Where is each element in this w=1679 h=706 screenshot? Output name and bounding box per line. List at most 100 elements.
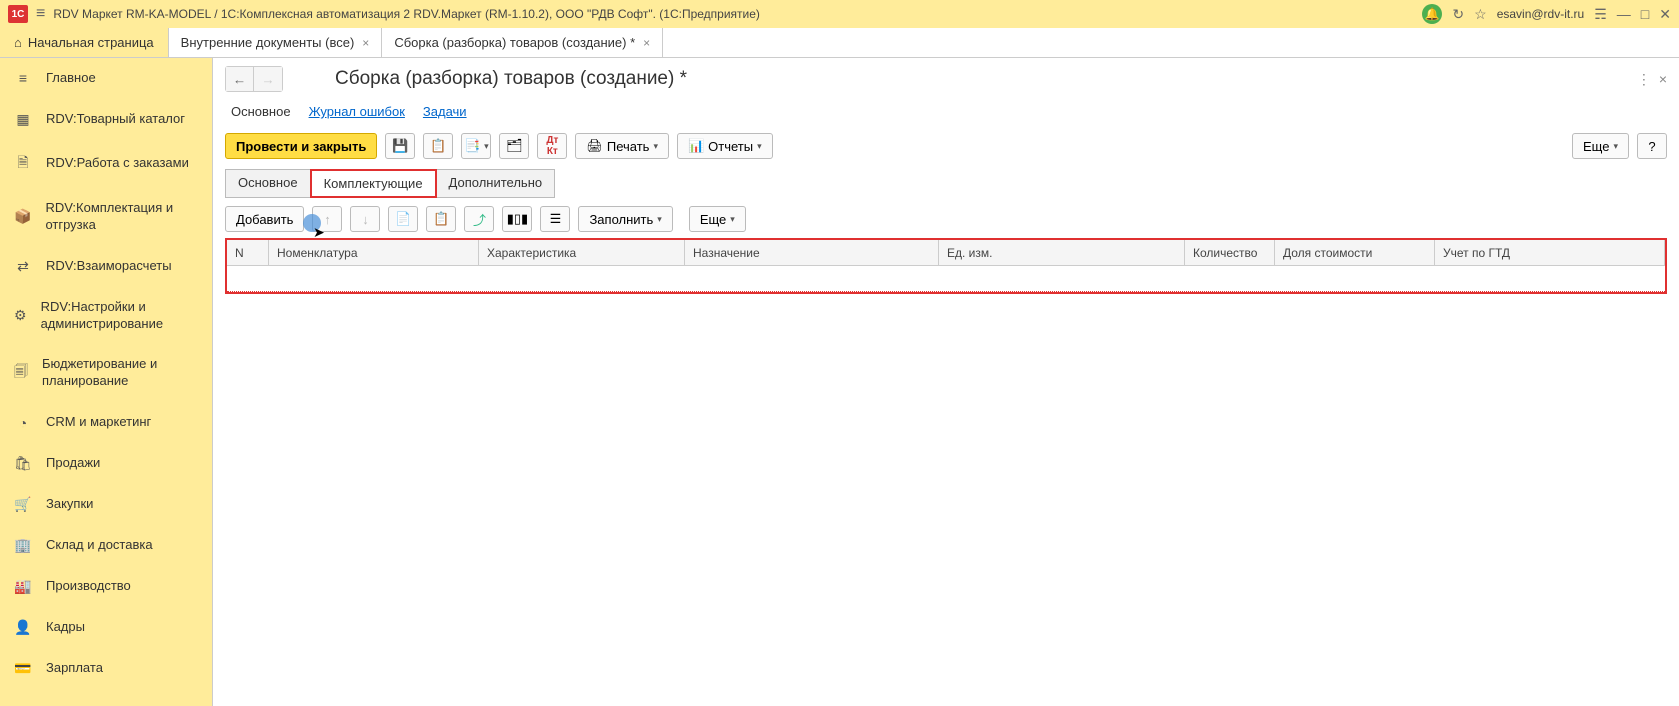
sidebar-item-label: RDV:Настройки и администрирование [41,299,198,333]
col-quantity[interactable]: Количество [1185,240,1275,265]
sidebar-item-orders[interactable]: 🗎RDV:Работа с заказами [0,140,212,188]
col-gtd[interactable]: Учет по ГТД [1435,240,1665,265]
sidebar-item-label: Кадры [46,619,85,636]
forward-button[interactable]: → [254,67,282,91]
sidebar-item-crm[interactable]: ◔ CRM и маркетинг [0,402,212,443]
nav-buttons: ← → [225,66,283,92]
main-toolbar: Провести и закрыть 💾 📋 📑▾ 🗂 ДтКт 🖨 Печат… [225,133,1667,159]
copy-icon[interactable]: 📄 [388,206,418,232]
sidebar-item-label: RDV:Работа с заказами [46,155,189,172]
sidebar-item-warehouse[interactable]: 🏢Склад и доставка [0,525,212,566]
notifications-icon[interactable]: 🔔 [1422,4,1442,24]
barcode-icon[interactable]: ▮▯▮ [502,206,532,232]
main-icon: ≡ [14,70,32,86]
sidebar-item-salary[interactable]: 💳Зарплата [0,648,212,689]
sidebar-item-label: Производство [46,578,131,595]
inner-tab-additional[interactable]: Дополнительно [436,169,556,198]
sales-icon: 🛍 [14,455,32,472]
page-title: Сборка (разборка) товаров (создание) * [335,68,687,90]
col-purpose[interactable]: Назначение [685,240,939,265]
link-tasks[interactable]: Задачи [423,104,467,119]
sidebar-item-hr[interactable]: 👤Кадры [0,607,212,648]
post-icon[interactable]: 📋 [423,133,453,159]
paste-icon[interactable]: 📋 [426,206,456,232]
fill-button[interactable]: Заполнить ▾ [578,206,672,232]
sidebar-item-shipping[interactable]: 📦RDV:Комплектация и отгрузка [0,188,212,246]
tab-internal-docs[interactable]: Внутренние документы (все) × [169,28,383,57]
based-on-icon[interactable]: 📑▾ [461,133,491,159]
inner-tab-components[interactable]: Комплектующие [310,169,437,198]
save-icon[interactable]: 💾 [385,133,415,159]
close-icon[interactable]: × [362,36,369,50]
table-toolbar: Добавить ➤ ↑ ↓ 📄 📋 ⤴ ▮▯▮ ☰ Заполнить ▾ Е… [225,206,1667,232]
settings-icon: ⚙ [14,307,27,324]
sidebar-item-sales[interactable]: 🛍Продажи [0,443,212,484]
sidebar-item-main[interactable]: ≡Главное [0,58,212,99]
link-main[interactable]: Основное [231,104,291,119]
add-button[interactable]: Добавить [225,206,304,232]
move-down-icon[interactable]: ↓ [350,206,380,232]
col-n[interactable]: N [227,240,269,265]
history-icon[interactable]: ↻ [1452,6,1464,23]
col-unit[interactable]: Ед. изм. [939,240,1185,265]
sidebar-item-purchases[interactable]: 🛒Закупки [0,484,212,525]
tab-assembly[interactable]: Сборка (разборка) товаров (создание) * × [382,28,663,57]
sidebar-item-catalog[interactable]: ▦RDV:Товарный каталог [0,99,212,140]
col-cost-share[interactable]: Доля стоимости [1275,240,1435,265]
table-more-button[interactable]: Еще ▾ [689,206,746,232]
sidebar-item-label: Бюджетирование и планирование [42,356,198,390]
attach-icon[interactable]: 🗂 [499,133,529,159]
sidebar-item-label: CRM и маркетинг [46,414,151,431]
link-error-log[interactable]: Журнал ошибок [309,104,405,119]
inner-tab-main[interactable]: Основное [225,169,311,198]
dtkt-icon[interactable]: ДтКт [537,133,567,159]
titlebar: 1C ≡ RDV Маркет RM-KA-MODEL / 1С:Комплек… [0,0,1679,28]
tab-label: Внутренние документы (все) [181,35,355,50]
share-icon[interactable]: ⤴ [464,206,494,232]
help-button[interactable]: ? [1637,133,1667,159]
reports-button[interactable]: 📊 Отчеты ▾ [677,133,773,159]
settings-icon[interactable]: ☴ [1594,6,1607,23]
post-and-close-button[interactable]: Провести и закрыть [225,133,377,159]
user-label[interactable]: esavin@rdv-it.ru [1497,7,1585,21]
favorites-icon[interactable]: ☆ [1474,6,1487,23]
sidebar-item-budget[interactable]: 🗐 Бюджетирование и планирование [0,344,212,402]
budget-icon: 🗐 [14,361,28,385]
settlements-icon: ⇄ [14,258,32,275]
crm-icon: ◔ [14,415,32,431]
col-nomenclature[interactable]: Номенклатура [269,240,479,265]
reports-label: Отчеты [708,139,753,154]
window-title: RDV Маркет RM-KA-MODEL / 1С:Комплексная … [53,7,1414,21]
back-button[interactable]: ← [226,67,254,91]
sidebar-item-settings[interactable]: ⚙ RDV:Настройки и администрирование [0,287,212,345]
production-icon: 🏭 [14,578,32,595]
more-label: Еще [700,212,726,227]
table-body-empty[interactable] [227,266,1665,292]
more-label: Еще [1583,139,1609,154]
list-icon[interactable]: ☰ [540,206,570,232]
sidebar-item-label: Закупки [46,496,93,513]
home-tab[interactable]: ⌂ Начальная страница [0,28,169,57]
print-button[interactable]: 🖨 Печать ▾ [575,133,669,159]
page-links: Основное Журнал ошибок Задачи [225,104,1667,119]
sidebar-item-label: RDV:Комплектация и отгрузка [45,200,198,234]
minimize-icon[interactable]: — [1617,6,1631,22]
content: ← → Сборка (разборка) товаров (создание)… [213,58,1679,706]
main-menu-icon[interactable]: ≡ [36,5,45,23]
col-characteristic[interactable]: Характеристика [479,240,685,265]
move-up-icon[interactable]: ↑ [312,206,342,232]
close-page-icon[interactable]: × [1659,71,1667,87]
maximize-icon[interactable]: □ [1641,6,1649,22]
home-icon: ⌂ [14,35,22,50]
close-icon[interactable]: × [643,36,650,50]
sidebar: ≡Главное ▦RDV:Товарный каталог 🗎RDV:Рабо… [0,58,213,706]
sidebar-item-label: RDV:Взаиморасчеты [46,258,172,275]
components-table: N Номенклатура Характеристика Назначение… [225,238,1667,294]
sidebar-item-production[interactable]: 🏭 Производство [0,566,212,607]
sidebar-item-settlements[interactable]: ⇄ RDV:Взаиморасчеты [0,246,212,287]
more-button[interactable]: Еще ▾ [1572,133,1629,159]
tab-label: Сборка (разборка) товаров (создание) * [394,35,635,50]
more-menu-icon[interactable]: ⋮ [1637,71,1651,88]
table-header: N Номенклатура Характеристика Назначение… [227,240,1665,266]
close-window-icon[interactable]: ✕ [1659,6,1671,23]
